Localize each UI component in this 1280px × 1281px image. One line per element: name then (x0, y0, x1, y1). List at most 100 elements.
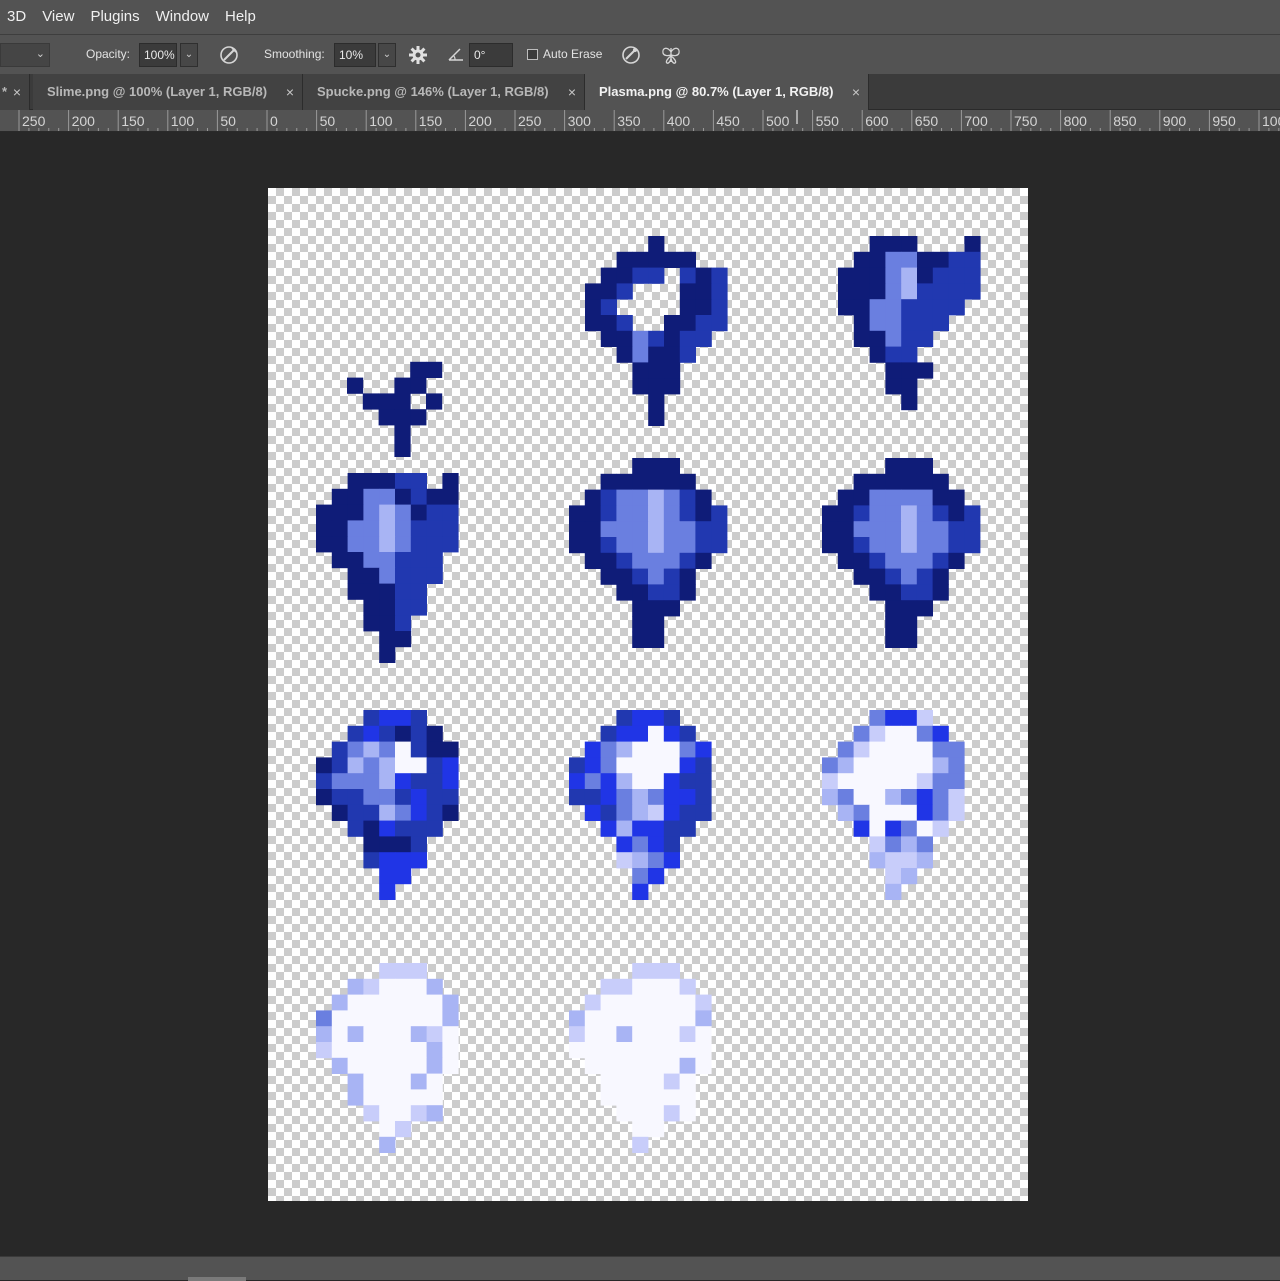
sprite-pixel (584, 1026, 601, 1043)
tab-slime[interactable]: Slime.png @ 100% (Layer 1, RGB/8) × (33, 74, 303, 110)
sprite-pixel (932, 804, 949, 821)
sprite-pixel (679, 568, 696, 585)
sprite-pixel (695, 537, 712, 554)
pressure-icon[interactable] (619, 44, 643, 66)
sprite-pixel (616, 330, 633, 347)
sprite-pixel (885, 757, 902, 774)
menu-window[interactable]: Window (148, 0, 217, 34)
close-icon[interactable]: × (286, 74, 294, 110)
sprite-pixel (885, 789, 902, 806)
sprite-pixel (426, 820, 443, 837)
close-icon[interactable]: × (852, 74, 860, 110)
sprite-pixel (679, 773, 696, 790)
horizontal-scrollbar[interactable] (188, 1277, 246, 1281)
sprite-frame-4 (316, 473, 459, 663)
sprite-pixel (711, 537, 728, 554)
sprite-pixel (901, 537, 918, 554)
close-icon[interactable]: × (13, 74, 21, 110)
sprite-pixel (679, 1089, 696, 1106)
sprite-pixel (600, 1010, 617, 1027)
gear-icon[interactable] (406, 44, 430, 66)
sprite-pixel (600, 1073, 617, 1090)
sprite-pixel (648, 868, 665, 885)
sprite-pixel (379, 852, 396, 869)
brush-angle-icon[interactable] (217, 44, 241, 66)
sprite-pixel (363, 1057, 380, 1074)
menu-3d[interactable]: 3D (0, 0, 34, 34)
sprite-pixel (426, 741, 443, 758)
sprite-pixel (901, 616, 918, 633)
sprite-pixel (885, 836, 902, 853)
sprite-pixel (853, 505, 870, 522)
menu-view[interactable]: View (34, 0, 82, 34)
sprite-pixel (885, 267, 902, 284)
sprite-pixel (395, 789, 412, 806)
sprite-pixel (632, 1073, 649, 1090)
sprite-pixel (316, 773, 333, 790)
sprite-pixel (632, 883, 649, 900)
auto-erase-checkbox[interactable] (527, 49, 538, 60)
sprite-pixel (379, 1026, 396, 1043)
sprite-pixel (837, 789, 854, 806)
sprite-pixel (426, 994, 443, 1011)
sprite-pixel (885, 489, 902, 506)
sprite-pixel (948, 804, 965, 821)
sprite-pixel (632, 741, 649, 758)
sprite-pixel (316, 1026, 333, 1043)
sprite-pixel (632, 1057, 649, 1074)
sprite-pixel (347, 1073, 364, 1090)
sprite-pixel (932, 584, 949, 601)
sprite-pixel (347, 567, 364, 584)
sprite-pixel (885, 552, 902, 569)
sprite-pixel (901, 725, 918, 742)
sprite-pixel (616, 757, 633, 774)
opacity-input[interactable]: 100% (139, 43, 177, 67)
sprite-pixel (442, 473, 459, 490)
ruler-label: 300 (567, 113, 591, 129)
ruler-label: 800 (1063, 113, 1087, 129)
sprite-pixel (584, 489, 601, 506)
sprite-pixel (679, 1026, 696, 1043)
sprite-pixel (948, 251, 965, 268)
sprite-pixel (663, 1073, 680, 1090)
sprite-pixel (585, 315, 602, 332)
tab-unsaved[interactable]: * × (0, 74, 30, 110)
sprite-pixel (426, 488, 443, 505)
sprite-pixel (648, 267, 665, 284)
sprite-pixel (695, 1057, 712, 1074)
sprite-pixel (410, 804, 427, 821)
document-canvas[interactable] (268, 188, 1028, 1201)
sprite-pixel (410, 963, 427, 980)
tab-spucke[interactable]: Spucke.png @ 146% (Layer 1, RGB/8) × (303, 74, 585, 110)
close-icon[interactable]: × (568, 74, 576, 110)
sprite-pixel (679, 315, 696, 332)
sprite-pixel (853, 251, 870, 268)
smoothing-dropdown[interactable]: ⌄ (378, 43, 396, 67)
sprite-pixel (901, 741, 918, 758)
tab-plasma[interactable]: Plasma.png @ 80.7% (Layer 1, RGB/8) × (585, 74, 869, 110)
tool-preset-picker[interactable]: ⌄ (0, 43, 50, 67)
opacity-dropdown[interactable]: ⌄ (180, 43, 198, 67)
sprite-pixel (395, 963, 412, 980)
sprite-pixel (885, 473, 902, 490)
smoothing-input[interactable]: 10% (334, 43, 376, 67)
sprite-pixel (379, 820, 396, 837)
sprite-pixel (379, 836, 396, 853)
sprite-pixel (426, 536, 443, 553)
angle-input[interactable]: 0° (469, 43, 513, 67)
ruler-label: 850 (1113, 113, 1137, 129)
sprite-pixel (885, 236, 902, 253)
sprite-frame-6 (822, 458, 981, 648)
sprite-pixel (316, 1010, 333, 1027)
sprite-pixel (569, 537, 586, 554)
butterfly-symmetry-icon[interactable] (659, 44, 683, 66)
sprite-pixel (379, 473, 396, 490)
sprite-pixel (916, 836, 933, 853)
sprite-pixel (632, 978, 649, 995)
sprite-sheet (316, 236, 981, 1153)
sprite-pixel (916, 757, 933, 774)
sprite-pixel (869, 568, 886, 585)
menu-help[interactable]: Help (217, 0, 264, 34)
menu-plugins[interactable]: Plugins (82, 0, 147, 34)
sprite-pixel (948, 299, 965, 316)
